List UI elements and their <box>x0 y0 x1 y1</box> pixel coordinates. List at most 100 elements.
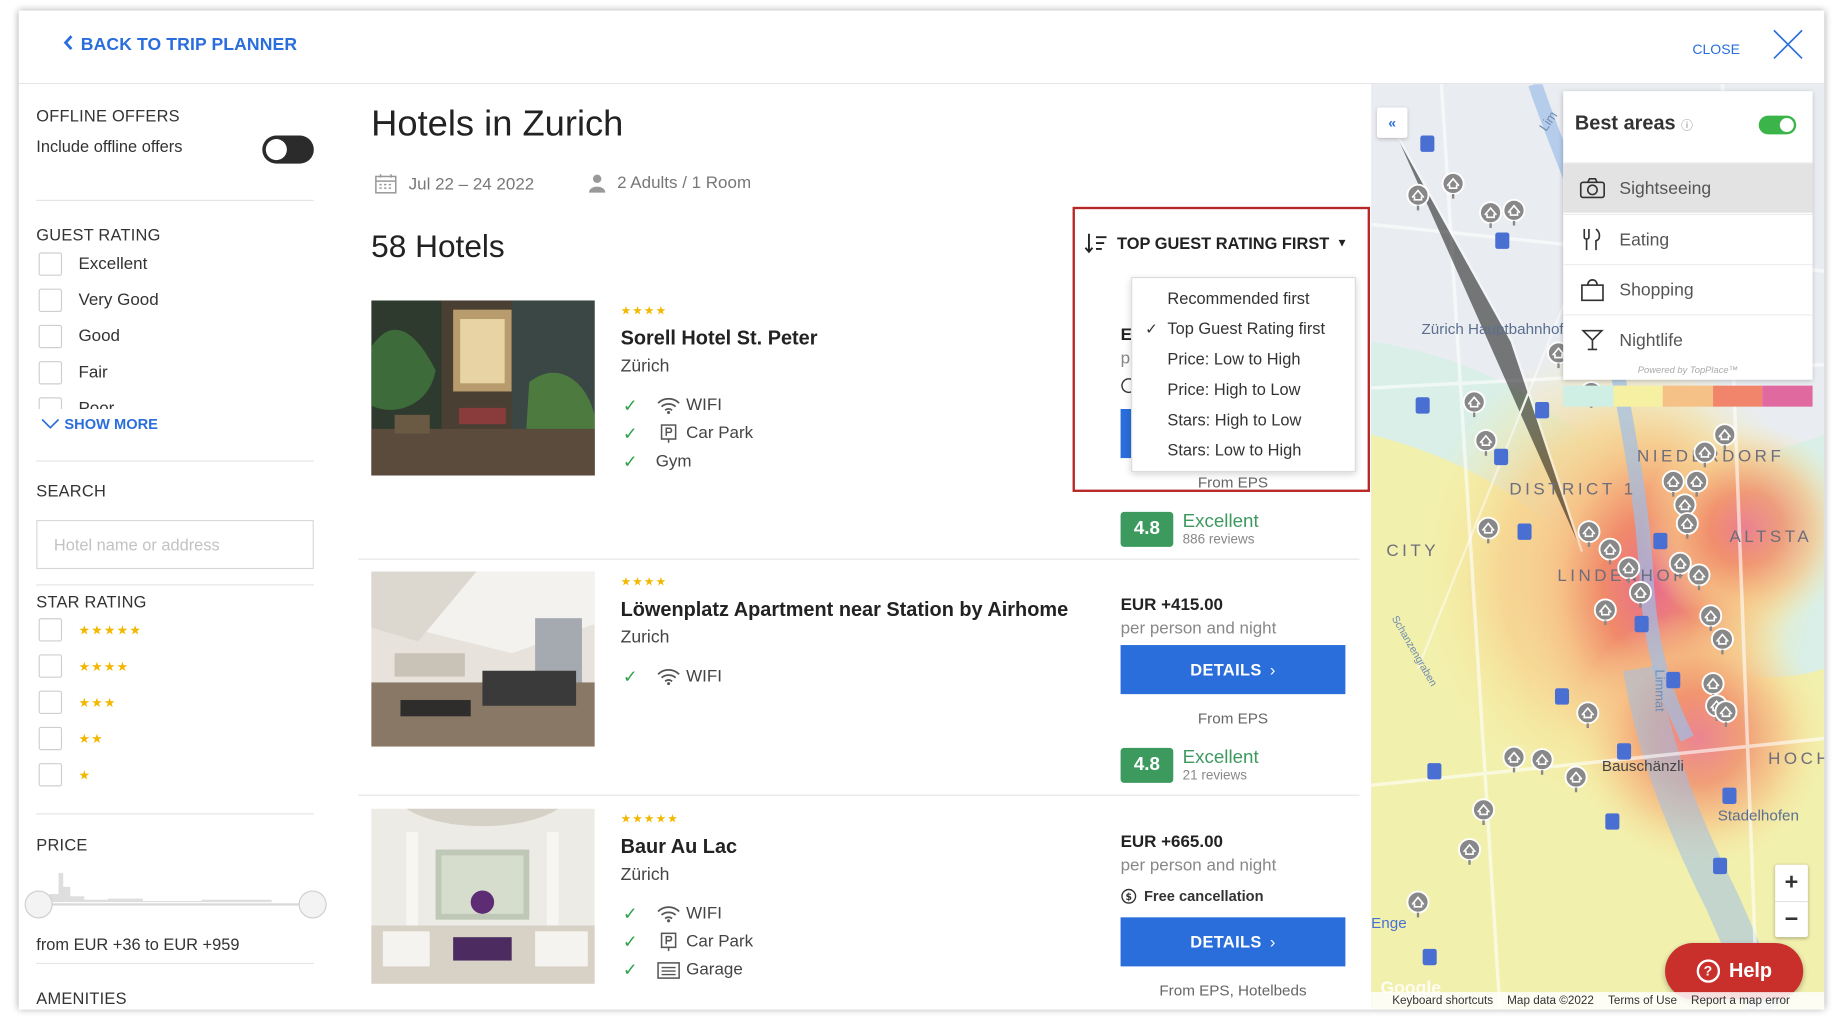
collapse-panel-button[interactable]: « <box>1377 107 1408 138</box>
hotel-search-input[interactable]: Hotel name or address <box>36 520 314 570</box>
transit-map-marker[interactable] <box>1605 813 1620 830</box>
show-more-button[interactable]: SHOW MORE <box>41 416 158 432</box>
sort-dropdown-button[interactable]: TOP GUEST RATING FIRST ▼ <box>1084 231 1348 254</box>
checkbox[interactable] <box>38 288 63 313</box>
hotel-map-pin[interactable] <box>1675 512 1699 540</box>
rating-option-poor[interactable]: Poor <box>38 396 114 409</box>
transit-map-marker[interactable] <box>1617 743 1632 760</box>
hotel-map-pin[interactable] <box>1564 765 1588 793</box>
hotel-map-pin[interactable] <box>1576 701 1600 729</box>
best-areas-toggle[interactable] <box>1758 115 1797 135</box>
hotel-map-pin[interactable] <box>1714 700 1738 728</box>
checkbox[interactable] <box>38 324 63 349</box>
transit-map-marker[interactable] <box>1494 448 1509 466</box>
amenity-label: Gym <box>655 452 692 471</box>
hotel-name[interactable]: Löwenplatz Apartment near Station by Air… <box>621 598 1069 621</box>
checkbox[interactable] <box>38 726 63 751</box>
keyboard-shortcuts-link[interactable]: Keyboard shortcuts <box>1392 994 1493 1007</box>
sort-option[interactable]: Stars: Low to High <box>1167 441 1301 460</box>
transit-map-marker[interactable] <box>1713 857 1728 875</box>
transit-map-marker[interactable] <box>1722 787 1737 804</box>
transit-map-marker[interactable] <box>1653 532 1668 550</box>
star-option-stars: ★★★★ <box>78 659 130 674</box>
transit-map-marker[interactable] <box>1666 671 1681 689</box>
hotel-map-pin[interactable] <box>1462 390 1486 418</box>
hotel-map-pin[interactable] <box>1687 563 1711 591</box>
zoom-in-button[interactable]: + <box>1775 865 1808 901</box>
search-title: SEARCH <box>36 481 107 501</box>
transit-map-marker[interactable] <box>1422 948 1437 966</box>
hotel-photo[interactable] <box>371 571 595 747</box>
report-error-link[interactable]: Report a map error <box>1691 994 1790 1007</box>
price-max-handle[interactable] <box>298 890 327 919</box>
hotel-name[interactable]: Sorell Hotel St. Peter <box>621 327 818 350</box>
rating-option-fair[interactable]: Fair <box>38 360 108 386</box>
star-option-1[interactable]: ★ <box>38 762 92 788</box>
hotel-map-pin[interactable] <box>1710 627 1734 656</box>
hotel-map-pin[interactable] <box>1479 201 1503 229</box>
transit-map-marker[interactable] <box>1420 135 1435 152</box>
rating-option-very-good[interactable]: Very Good <box>38 287 159 313</box>
hotel-map-pin[interactable] <box>1502 745 1526 774</box>
transit-map-marker[interactable] <box>1517 523 1532 540</box>
sort-option[interactable]: Price: Low to High <box>1167 349 1300 368</box>
details-button[interactable]: DETAILS › <box>1120 645 1346 695</box>
hotel-map-pin[interactable] <box>1472 798 1496 826</box>
sort-icon <box>1084 233 1107 254</box>
area-sightseeing[interactable]: Sightseeing <box>1563 162 1813 213</box>
area-eating[interactable]: Eating <box>1563 213 1813 264</box>
star-option-3[interactable]: ★★★ <box>38 689 117 715</box>
area-nightlife[interactable]: Nightlife <box>1563 314 1813 364</box>
transit-map-marker[interactable] <box>1634 615 1649 633</box>
hotel-name[interactable]: Baur Au Lac <box>621 836 738 859</box>
close-link[interactable]: CLOSE <box>1692 41 1740 57</box>
transit-map-marker[interactable] <box>1535 401 1550 419</box>
hotel-map-pin[interactable] <box>1530 748 1554 776</box>
transit-map-marker[interactable] <box>1415 397 1430 414</box>
sort-option-selected[interactable]: Top Guest Rating first <box>1167 319 1325 338</box>
checkbox[interactable] <box>38 252 63 276</box>
map[interactable]: Zürich Hauptbahnhof NIEDERDORF DISTRICT … <box>1371 84 1825 1010</box>
sort-option[interactable]: Recommended first <box>1167 289 1309 308</box>
hotel-map-pin[interactable] <box>1502 198 1526 227</box>
transit-map-marker[interactable] <box>1554 688 1570 705</box>
star-option-2[interactable]: ★★ <box>38 726 104 752</box>
checkbox[interactable] <box>38 654 63 678</box>
hotel-map-pin[interactable] <box>1476 516 1500 545</box>
hotel-photo[interactable] <box>371 300 595 476</box>
close-icon[interactable] <box>1773 29 1803 60</box>
info-icon[interactable]: ⓘ <box>1681 120 1693 133</box>
hotel-map-pin[interactable] <box>1441 172 1465 200</box>
price-min-handle[interactable] <box>24 890 53 919</box>
rating-option-good[interactable]: Good <box>38 324 120 350</box>
include-offline-toggle[interactable] <box>262 135 314 164</box>
price-slider-track[interactable] <box>38 903 315 906</box>
checkbox[interactable] <box>38 397 63 409</box>
area-shopping[interactable]: Shopping <box>1563 264 1813 314</box>
checkbox[interactable] <box>38 763 63 787</box>
rating-option-label: Excellent <box>78 254 148 274</box>
help-button[interactable]: ? Help <box>1665 943 1804 1000</box>
checkbox[interactable] <box>38 690 63 714</box>
sort-option[interactable]: Stars: High to Low <box>1167 410 1301 429</box>
star-option-5[interactable]: ★★★★★ <box>38 617 142 643</box>
hotel-map-pin[interactable] <box>1406 890 1430 918</box>
transit-map-marker[interactable] <box>1427 763 1442 780</box>
hotel-photo[interactable] <box>371 808 595 984</box>
hotel-map-pin[interactable] <box>1713 423 1737 451</box>
hotel-map-pin[interactable] <box>1577 520 1601 548</box>
hotel-map-pin[interactable] <box>1458 838 1481 866</box>
hotel-map-pin[interactable] <box>1406 183 1430 211</box>
terms-link[interactable]: Terms of Use <box>1608 994 1677 1007</box>
hotel-map-pin[interactable] <box>1628 581 1652 609</box>
checkbox[interactable] <box>38 618 63 642</box>
zoom-out-button[interactable]: − <box>1775 900 1808 937</box>
checkbox[interactable] <box>38 361 63 385</box>
transit-map-marker[interactable] <box>1495 232 1510 249</box>
star-option-4[interactable]: ★★★★ <box>38 653 130 679</box>
hotel-map-pin[interactable] <box>1593 598 1617 626</box>
details-button[interactable]: DETAILS › <box>1120 917 1346 967</box>
back-to-trip-planner-link[interactable]: BACK TO TRIP PLANNER <box>63 35 297 55</box>
sort-option[interactable]: Price: High to Low <box>1167 380 1300 399</box>
rating-option-excellent[interactable]: Excellent <box>38 251 148 277</box>
